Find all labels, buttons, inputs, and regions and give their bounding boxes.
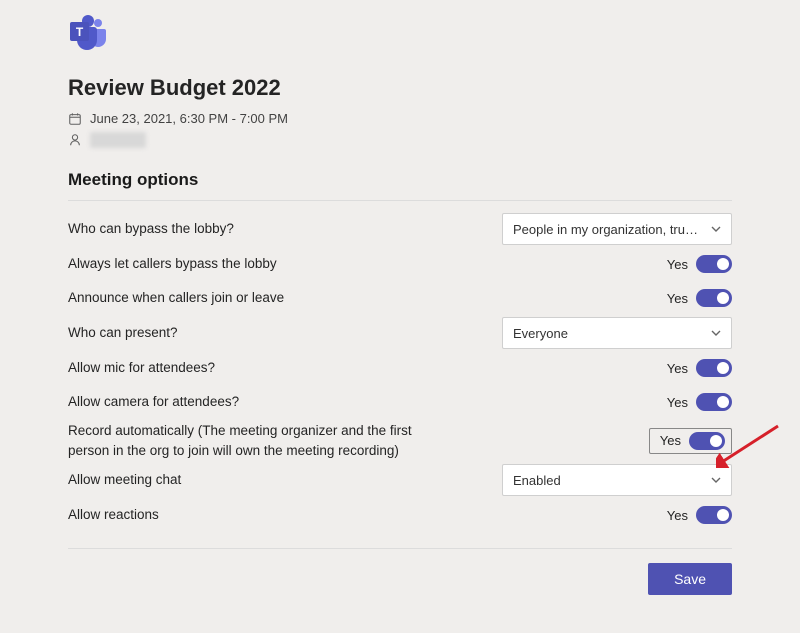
record-auto-toggle[interactable] bbox=[689, 432, 725, 450]
record-auto-highlight: Yes bbox=[649, 428, 732, 454]
present-value: Everyone bbox=[513, 326, 568, 341]
announce-label: Announce when callers join or leave bbox=[68, 288, 284, 308]
svg-text:T: T bbox=[76, 25, 84, 39]
divider bbox=[68, 200, 732, 201]
callers-bypass-toggle[interactable] bbox=[696, 255, 732, 273]
callers-bypass-label: Always let callers bypass the lobby bbox=[68, 254, 277, 274]
allow-camera-label: Allow camera for attendees? bbox=[68, 392, 239, 412]
allow-camera-value: Yes bbox=[667, 395, 688, 410]
allow-reactions-toggle[interactable] bbox=[696, 506, 732, 524]
allow-chat-select[interactable]: Enabled bbox=[502, 464, 732, 496]
allow-reactions-label: Allow reactions bbox=[68, 505, 159, 525]
meeting-datetime-row: June 23, 2021, 6:30 PM - 7:00 PM bbox=[68, 111, 732, 126]
chevron-down-icon bbox=[711, 222, 721, 237]
record-auto-value: Yes bbox=[660, 433, 681, 448]
record-auto-label: Record automatically (The meeting organi… bbox=[68, 421, 448, 460]
calendar-icon bbox=[68, 112, 82, 126]
meeting-datetime: June 23, 2021, 6:30 PM - 7:00 PM bbox=[90, 111, 288, 126]
allow-reactions-value: Yes bbox=[667, 508, 688, 523]
announce-value: Yes bbox=[667, 291, 688, 306]
allow-mic-label: Allow mic for attendees? bbox=[68, 358, 215, 378]
section-title: Meeting options bbox=[68, 170, 732, 190]
allow-camera-toggle[interactable] bbox=[696, 393, 732, 411]
allow-chat-label: Allow meeting chat bbox=[68, 470, 181, 490]
callers-bypass-value: Yes bbox=[667, 257, 688, 272]
bypass-lobby-select[interactable]: People in my organization, truste… bbox=[502, 213, 732, 245]
meeting-title: Review Budget 2022 bbox=[68, 75, 732, 101]
allow-mic-toggle[interactable] bbox=[696, 359, 732, 377]
footer-divider bbox=[68, 548, 732, 549]
present-select[interactable]: Everyone bbox=[502, 317, 732, 349]
announce-toggle[interactable] bbox=[696, 289, 732, 307]
bypass-lobby-label: Who can bypass the lobby? bbox=[68, 219, 234, 239]
person-icon bbox=[68, 133, 82, 147]
bypass-lobby-value: People in my organization, truste… bbox=[513, 222, 703, 237]
allow-chat-value: Enabled bbox=[513, 473, 561, 488]
allow-mic-value: Yes bbox=[667, 361, 688, 376]
present-label: Who can present? bbox=[68, 323, 178, 343]
chevron-down-icon bbox=[711, 473, 721, 488]
chevron-down-icon bbox=[711, 326, 721, 341]
save-button[interactable]: Save bbox=[648, 563, 732, 595]
teams-logo-icon: T bbox=[68, 12, 108, 55]
organizer-name-redacted bbox=[90, 132, 146, 148]
organizer-row bbox=[68, 132, 732, 148]
